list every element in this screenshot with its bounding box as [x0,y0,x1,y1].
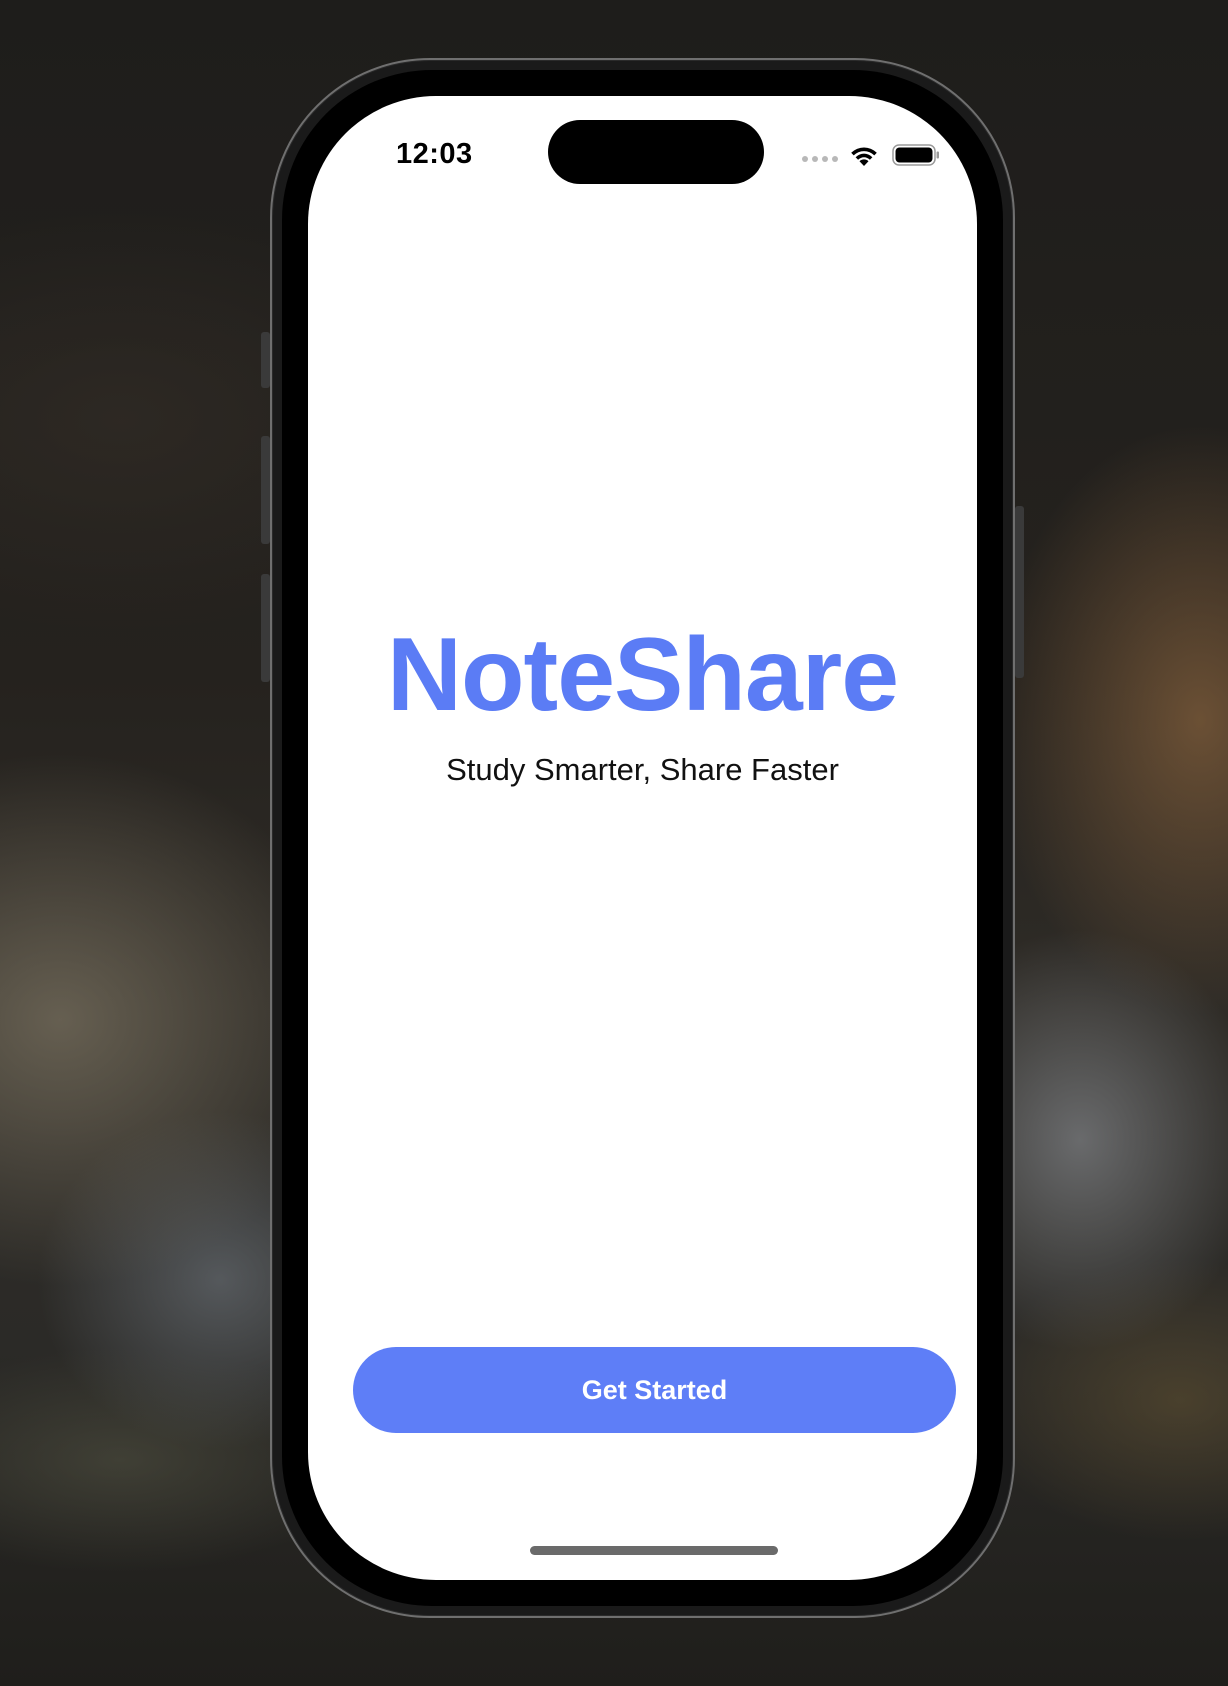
status-icons [802,142,942,172]
battery-icon [892,144,939,166]
volume-down-button [261,574,270,682]
action-button [261,332,270,388]
home-indicator[interactable] [530,1546,778,1555]
volume-up-button [261,436,270,544]
app-screen: 12:03 NoteShare Study Smarter, Share Fas… [308,96,977,1580]
app-tagline: Study Smarter, Share Faster [446,752,839,787]
phone-frame: 12:03 NoteShare Study Smarter, Share Fas… [270,58,1015,1618]
app-title: NoteShare [386,617,899,733]
wifi-icon [851,147,877,166]
power-button [1015,506,1024,678]
cellular-signal-icon [802,156,838,162]
dynamic-island [548,120,764,184]
status-time: 12:03 [396,138,473,170]
get-started-button[interactable]: Get Started [353,1347,956,1433]
phone-bezel: 12:03 NoteShare Study Smarter, Share Fas… [282,70,1003,1606]
